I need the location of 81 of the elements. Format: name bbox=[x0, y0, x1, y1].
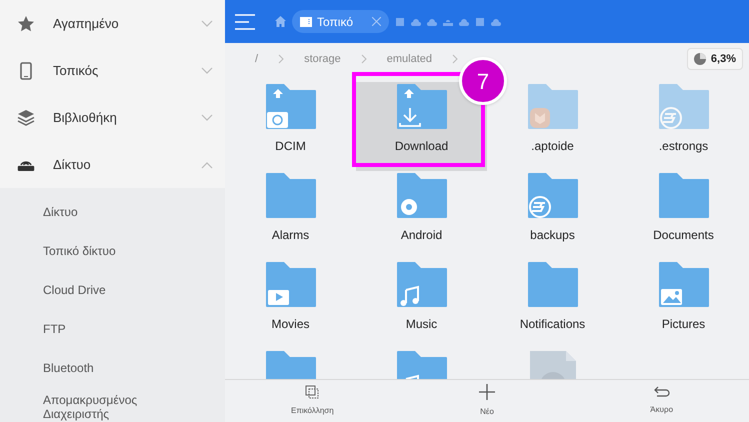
sidebar-subitem[interactable]: Cloud Drive bbox=[0, 270, 225, 309]
folder-item[interactable]: Alarms bbox=[225, 171, 356, 260]
cloud-icon[interactable] bbox=[459, 18, 469, 26]
folder-item[interactable]: Android bbox=[356, 171, 487, 260]
sidebar-subitem[interactable]: Απομακρυσμένος Διαχειριστής bbox=[0, 387, 225, 422]
folder-item[interactable]: .estrongs bbox=[618, 82, 749, 171]
undo-icon bbox=[654, 386, 670, 398]
folder-item[interactable]: Movies bbox=[225, 260, 356, 349]
sidebar-subitem[interactable]: Bluetooth bbox=[0, 348, 225, 387]
sidebar-item[interactable]: Τοπικός bbox=[0, 47, 225, 94]
cloud-icon[interactable] bbox=[491, 18, 501, 26]
toolbar-button[interactable]: Άκυρο bbox=[574, 380, 749, 422]
tab-label: Τοπικό bbox=[317, 14, 353, 30]
folder-name: backups bbox=[530, 227, 575, 244]
storage-percent: 6,3% bbox=[710, 52, 736, 67]
sidebar-item[interactable]: Αγαπημένο bbox=[0, 0, 225, 47]
music-note-icon bbox=[405, 374, 418, 379]
gear-icon bbox=[400, 199, 416, 215]
chevron-right-icon bbox=[360, 54, 367, 64]
sidebar-item[interactable]: Βιβλιοθήκη bbox=[0, 94, 225, 141]
layers-icon bbox=[16, 108, 36, 128]
sidebar-label: Τοπικός bbox=[53, 62, 100, 80]
download-icon bbox=[398, 107, 420, 127]
sd-card-icon[interactable] bbox=[475, 18, 485, 26]
sidebar-sublabel: FTP bbox=[43, 322, 67, 336]
video-icon bbox=[268, 290, 288, 305]
pie-chart-icon bbox=[694, 53, 706, 65]
folder-name: Documents bbox=[653, 227, 714, 244]
chevron-down-icon[interactable] bbox=[201, 20, 213, 28]
sidebar-subitem[interactable]: FTP bbox=[0, 309, 225, 348]
folder-name: .aptoide bbox=[531, 138, 574, 155]
toolbar-button[interactable]: Νέο bbox=[400, 380, 574, 422]
folder-item[interactable]: Notifications bbox=[487, 260, 618, 349]
chevron-right-icon bbox=[452, 54, 458, 64]
es-logo-icon bbox=[528, 196, 550, 218]
camera-icon bbox=[266, 112, 288, 128]
close-icon[interactable] bbox=[372, 17, 381, 26]
home-icon[interactable] bbox=[275, 16, 286, 27]
folder-name: Android bbox=[400, 227, 442, 244]
folder-name: .estrongs bbox=[658, 138, 708, 155]
sidebar-label: Δίκτυο bbox=[53, 156, 92, 174]
folder-name: Music bbox=[406, 316, 438, 333]
es-logo-icon bbox=[660, 107, 682, 129]
folder-name: Alarms bbox=[272, 227, 310, 244]
sidebar-label: Αγαπημένο bbox=[53, 14, 120, 33]
sidebar-sublabel: Cloud Drive bbox=[43, 282, 107, 296]
sidebar-sublabel: Bluetooth bbox=[43, 360, 95, 374]
toolbar-button[interactable]: Επικόλληση bbox=[225, 380, 400, 422]
sidebar-sublabel: Τοπικό δίκτυο bbox=[43, 244, 117, 258]
star-icon bbox=[16, 14, 36, 34]
paste-icon bbox=[305, 385, 320, 399]
image-icon bbox=[660, 289, 682, 305]
router-icon[interactable] bbox=[443, 18, 453, 26]
plus-icon bbox=[478, 384, 495, 400]
folder-name: DCIM bbox=[275, 138, 306, 155]
folder-name: Download bbox=[394, 138, 448, 155]
folder-name: Notifications bbox=[520, 316, 586, 333]
storage-badge[interactable]: 6,3% bbox=[686, 48, 743, 70]
chevron-right-icon bbox=[278, 54, 284, 64]
sidebar-subitem[interactable]: Δίκτυο bbox=[0, 188, 225, 231]
sidebar-subitem[interactable]: Τοπικό δίκτυο bbox=[0, 231, 225, 270]
folder-item[interactable]: Documents bbox=[618, 171, 749, 260]
sidebar-sublabel: Δίκτυο bbox=[43, 204, 79, 218]
sidebar-sublabel: Απομακρυσμένος Διαχειριστής bbox=[43, 392, 138, 420]
folder-item[interactable]: backups bbox=[487, 171, 618, 260]
sidebar-item[interactable]: Δίκτυο bbox=[0, 141, 225, 188]
app-icon bbox=[530, 108, 550, 128]
folder-name: Movies bbox=[271, 316, 310, 333]
folder-item[interactable]: Pictures bbox=[618, 260, 749, 349]
folder-item[interactable]: DCIM bbox=[225, 82, 356, 171]
chevron-up-icon[interactable] bbox=[201, 160, 213, 168]
music-note-icon bbox=[400, 286, 418, 306]
step-number-badge: 7 bbox=[459, 57, 507, 105]
sidebar-label: Βιβλιοθήκη bbox=[53, 108, 118, 127]
folder-item[interactable]: Music bbox=[356, 260, 487, 349]
sd-card-icon[interactable] bbox=[395, 18, 405, 26]
chevron-down-icon[interactable] bbox=[201, 114, 213, 122]
sd-card-icon bbox=[300, 16, 312, 26]
folder-name: Pictures bbox=[662, 316, 706, 333]
menu-icon[interactable] bbox=[235, 14, 255, 30]
chevron-down-icon[interactable] bbox=[201, 66, 213, 74]
